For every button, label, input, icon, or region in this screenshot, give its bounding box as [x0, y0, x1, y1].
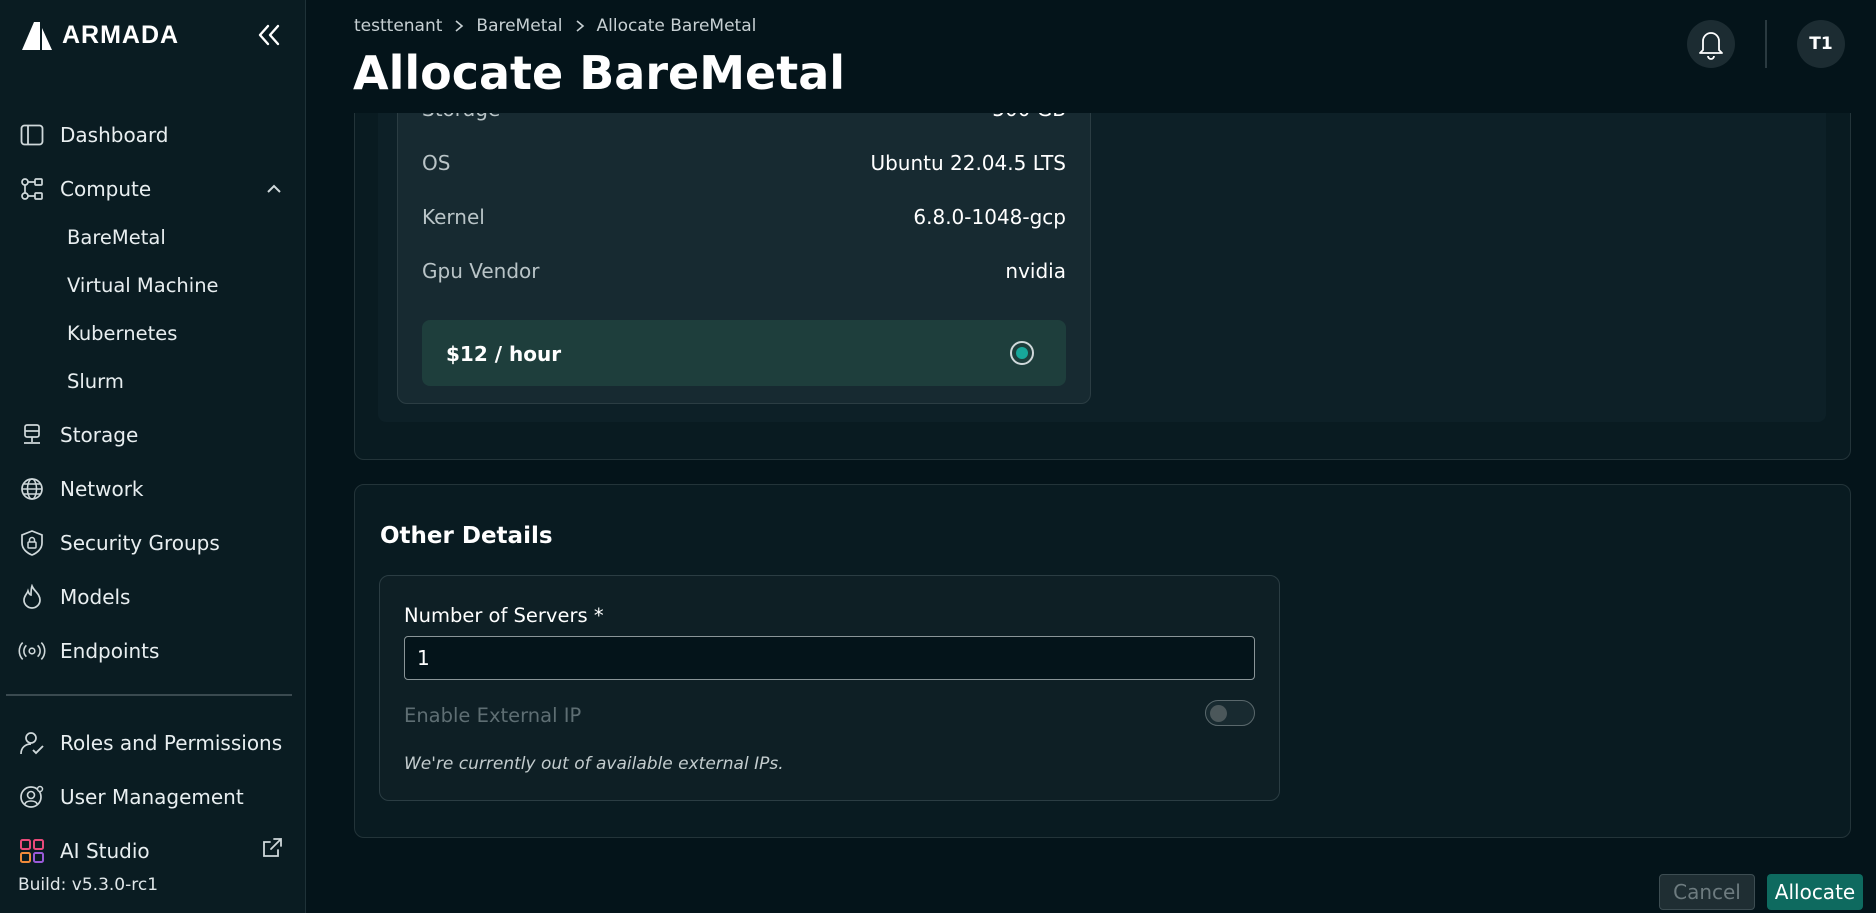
brand-name: ARMADA	[62, 20, 180, 49]
price-label: $12 / hour	[446, 342, 562, 366]
sidebar-item-label: Models	[60, 585, 131, 609]
armada-logo-icon	[22, 22, 52, 50]
storage-icon	[18, 421, 46, 449]
sidebar: ARMADA Dashboard Compute BareMetal Virtu…	[0, 0, 306, 913]
price-radio[interactable]	[1010, 341, 1034, 365]
sidebar-divider	[6, 694, 292, 696]
chevron-right-icon	[455, 20, 464, 32]
sidebar-item-endpoints[interactable]: Endpoints	[18, 631, 290, 671]
spec-value: 6.8.0-1048-gcp	[913, 205, 1066, 229]
sidebar-item-label: Network	[60, 477, 144, 501]
servers-label: Number of Servers *	[404, 604, 604, 627]
radio-selected-dot	[1016, 347, 1028, 359]
sidebar-item-compute[interactable]: Compute	[18, 169, 290, 209]
chevron-right-icon	[575, 20, 584, 32]
breadcrumb-tenant[interactable]: testtenant	[354, 16, 442, 36]
sidebar-item-storage[interactable]: Storage	[18, 415, 290, 455]
globe-icon	[18, 475, 46, 503]
compute-icon	[18, 175, 46, 203]
shield-icon	[18, 529, 46, 557]
sidebar-item-models[interactable]: Models	[18, 577, 290, 617]
spec-key: Gpu Vendor	[422, 259, 540, 283]
sidebar-subitem-slurm[interactable]: Slurm	[67, 363, 287, 399]
sidebar-item-roles-permissions[interactable]: Roles and Permissions	[18, 723, 290, 763]
sidebar-subitem-virtual-machine[interactable]: Virtual Machine	[67, 267, 287, 303]
spec-row-os: OS Ubuntu 22.04.5 LTS	[422, 148, 1066, 178]
double-chevron-left-icon	[258, 24, 280, 46]
sidebar-item-ai-studio[interactable]: AI Studio	[18, 831, 290, 871]
spec-key: OS	[422, 151, 451, 175]
bell-icon	[1699, 32, 1723, 60]
price-option[interactable]: $12 / hour	[422, 320, 1066, 386]
spec-row-kernel: Kernel 6.8.0-1048-gcp	[422, 202, 1066, 232]
sidebar-item-security-groups[interactable]: Security Groups	[18, 523, 290, 563]
page-title: Allocate BareMetal	[353, 46, 846, 100]
other-details-form: Number of Servers * Enable External IP W…	[379, 575, 1280, 801]
breadcrumb-current: Allocate BareMetal	[596, 16, 757, 36]
external-ip-note: We're currently out of available externa…	[404, 754, 784, 774]
external-ip-toggle[interactable]	[1205, 700, 1255, 726]
sidebar-item-label: AI Studio	[60, 839, 150, 863]
users-check-icon	[18, 729, 46, 757]
spec-value: Ubuntu 22.04.5 LTS	[870, 151, 1066, 175]
build-version: Build: v5.3.0-rc1	[18, 875, 159, 895]
section-title: Other Details	[380, 523, 553, 549]
brand-logo[interactable]: ARMADA	[20, 18, 179, 52]
number-of-servers-input[interactable]	[404, 636, 1255, 680]
other-details-panel: Other Details Number of Servers * Enable…	[354, 484, 1851, 838]
broadcast-icon	[18, 637, 46, 665]
sidebar-item-dashboard[interactable]: Dashboard	[18, 115, 290, 155]
sidebar-item-label: Compute	[60, 177, 152, 201]
page-header: testtenant BareMetal Allocate BareMetal …	[307, 0, 1876, 113]
sidebar-item-user-management[interactable]: User Management	[18, 777, 290, 817]
cancel-button[interactable]: Cancel	[1659, 874, 1755, 910]
spec-row-gpu-vendor: Gpu Vendor nvidia	[422, 256, 1066, 286]
sidebar-item-label: Storage	[60, 423, 139, 447]
breadcrumb: testtenant BareMetal Allocate BareMetal	[354, 16, 756, 36]
grid-icon	[18, 837, 46, 865]
flame-icon	[18, 583, 46, 611]
sidebar-subitem-kubernetes[interactable]: Kubernetes	[67, 315, 287, 351]
external-ip-label: Enable External IP	[404, 704, 582, 727]
spec-key: Kernel	[422, 205, 485, 229]
breadcrumb-baremetal[interactable]: BareMetal	[476, 16, 562, 36]
sidebar-item-label: User Management	[60, 785, 244, 809]
sidebar-item-network[interactable]: Network	[18, 469, 290, 509]
sidebar-item-label: Dashboard	[60, 123, 169, 147]
sidebar-item-label: Security Groups	[60, 531, 220, 555]
header-separator	[1765, 20, 1767, 68]
avatar[interactable]: T1	[1797, 20, 1845, 68]
chevron-up-icon	[267, 184, 281, 193]
sidebar-item-label: Endpoints	[60, 639, 160, 663]
notifications-button[interactable]	[1687, 20, 1735, 68]
allocate-button[interactable]: Allocate	[1767, 874, 1863, 910]
external-link-icon[interactable]	[260, 836, 284, 860]
collapse-sidebar-button[interactable]	[254, 20, 284, 50]
sidebar-item-label: Roles and Permissions	[60, 731, 283, 755]
user-gear-icon	[18, 783, 46, 811]
spec-value: nvidia	[1005, 259, 1066, 283]
sidebar-subitem-baremetal[interactable]: BareMetal	[67, 219, 287, 255]
dashboard-icon	[18, 121, 46, 149]
toggle-knob	[1210, 705, 1227, 722]
